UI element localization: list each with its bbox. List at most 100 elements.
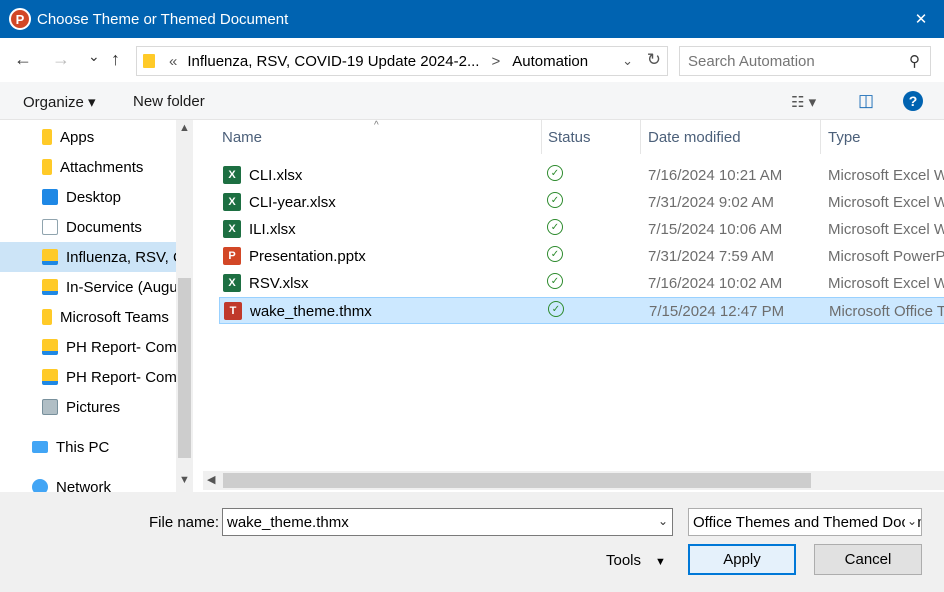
file-name: CLI-year.xlsx: [249, 194, 336, 211]
sidebar-item-apps[interactable]: Apps: [0, 122, 176, 152]
file-date: 7/16/2024 10:02 AM: [648, 275, 783, 292]
organize-menu[interactable]: Organize ▾: [23, 93, 96, 111]
column-divider[interactable]: [541, 120, 542, 154]
powerpoint-app-icon: P: [9, 8, 31, 30]
sidebar-item-documents[interactable]: Documents: [0, 212, 176, 242]
folder-icon: [42, 159, 52, 175]
tools-menu[interactable]: Tools ▼: [606, 552, 666, 569]
file-row[interactable]: P Presentation.pptx ✓ 7/31/2024 7:59 AM …: [219, 243, 944, 270]
this-pc-icon: [32, 441, 48, 453]
sidebar-item-label: Attachments: [60, 158, 144, 176]
file-name: ILI.xlsx: [249, 221, 296, 238]
sync-status-icon: ✓: [548, 301, 564, 317]
sync-status-icon: ✓: [547, 165, 563, 181]
file-date: 7/16/2024 10:21 AM: [648, 167, 783, 184]
file-date: 7/15/2024 12:47 PM: [649, 303, 785, 320]
chevron-down-icon[interactable]: ⌄: [658, 514, 668, 528]
folder-icon: [42, 129, 52, 145]
column-header-type[interactable]: Type: [828, 120, 861, 154]
sidebar-item-label: PH Report- Com: [66, 338, 176, 356]
view-options-icon[interactable]: ☷ ▾: [791, 93, 816, 111]
address-dropdown-icon[interactable]: ⌄: [622, 53, 633, 69]
file-type: Microsoft PowerP: [828, 248, 944, 265]
scrollbar-thumb[interactable]: [178, 278, 191, 458]
sidebar-item-ph-report-2[interactable]: PH Report- Com: [0, 362, 176, 392]
apply-button[interactable]: Apply: [688, 544, 796, 575]
scroll-up-icon[interactable]: ▲: [179, 122, 190, 134]
sidebar-item-influenza[interactable]: Influenza, RSV, C: [0, 242, 176, 272]
column-divider[interactable]: [640, 120, 641, 154]
desktop-icon: [42, 189, 58, 205]
file-type: Microsoft Office T: [829, 303, 944, 320]
breadcrumb-parent[interactable]: Influenza, RSV, COVID-19 Update 2024-2..…: [187, 53, 479, 70]
file-name-label: File name:: [149, 514, 220, 531]
file-type-filter[interactable]: Office Themes and Themed Documents ⌄: [688, 508, 922, 536]
sidebar-item-label: Documents: [66, 218, 142, 236]
file-name-combobox[interactable]: ⌄: [222, 508, 673, 536]
sidebar-item-network[interactable]: Network: [0, 472, 176, 492]
address-bar[interactable]: « Influenza, RSV, COVID-19 Update 2024-2…: [136, 46, 668, 76]
file-row[interactable]: X CLI.xlsx ✓ 7/16/2024 10:21 AM Microsof…: [219, 162, 944, 189]
search-box[interactable]: ⚲: [679, 46, 931, 76]
excel-file-icon: X: [223, 193, 241, 211]
scroll-down-icon[interactable]: ▼: [179, 474, 190, 486]
folder-icon: [42, 309, 52, 325]
documents-icon: [42, 219, 58, 235]
excel-file-icon: X: [223, 166, 241, 184]
sidebar-item-ph-report-1[interactable]: PH Report- Com: [0, 332, 176, 362]
powerpoint-file-icon: P: [223, 247, 241, 265]
cancel-button[interactable]: Cancel: [814, 544, 922, 575]
help-icon[interactable]: ?: [903, 91, 923, 111]
search-input[interactable]: [688, 52, 898, 70]
command-bar: Organize ▾ New folder ☷ ▾ ◫ ?: [0, 82, 944, 120]
breadcrumb-current[interactable]: Automation: [512, 53, 588, 70]
file-name: CLI.xlsx: [249, 167, 303, 184]
chevron-down-icon[interactable]: ⌄: [904, 514, 917, 528]
file-list-horizontal-scrollbar[interactable]: ◀: [203, 471, 944, 490]
sidebar-item-this-pc[interactable]: This PC: [0, 432, 176, 462]
back-arrow-icon: ←: [14, 49, 32, 69]
file-date: 7/15/2024 10:06 AM: [648, 221, 783, 238]
scroll-left-icon[interactable]: ◀: [207, 473, 215, 486]
file-type-filter-value: Office Themes and Themed Documents: [693, 513, 921, 531]
breadcrumb-overflow[interactable]: «: [169, 53, 177, 70]
refresh-icon[interactable]: ↻: [647, 50, 661, 70]
excel-file-icon: X: [223, 220, 241, 238]
file-row[interactable]: X ILI.xlsx ✓ 7/15/2024 10:06 AM Microsof…: [219, 216, 944, 243]
file-row-selected[interactable]: T wake_theme.thmx ✓ 7/15/2024 12:47 PM M…: [219, 297, 944, 324]
sidebar-item-in-service[interactable]: In-Service (Augu: [0, 272, 176, 302]
forward-button[interactable]: →: [52, 49, 70, 70]
navigation-pane-scrollbar[interactable]: ▲ ▼: [176, 120, 193, 492]
file-row[interactable]: X RSV.xlsx ✓ 7/16/2024 10:02 AM Microsof…: [219, 270, 944, 297]
sidebar-item-label: Apps: [60, 128, 95, 146]
sync-status-icon: ✓: [547, 246, 563, 262]
sidebar-item-microsoft-teams[interactable]: Microsoft Teams: [0, 302, 176, 332]
column-divider[interactable]: [820, 120, 821, 154]
search-icon[interactable]: ⚲: [909, 52, 920, 70]
sidebar-item-pictures[interactable]: Pictures: [0, 392, 176, 422]
back-button[interactable]: ←: [14, 49, 32, 70]
sidebar-item-desktop[interactable]: Desktop: [0, 182, 176, 212]
close-button[interactable]: ✕: [898, 0, 944, 38]
file-row[interactable]: X CLI-year.xlsx ✓ 7/31/2024 9:02 AM Micr…: [219, 189, 944, 216]
network-icon: [32, 479, 48, 492]
navigation-pane: Apps Attachments Desktop Documents Influ…: [0, 120, 176, 492]
title-bar: P Choose Theme or Themed Document ✕: [0, 0, 944, 38]
column-header-name[interactable]: Name: [222, 120, 262, 154]
sidebar-item-label: Influenza, RSV, C: [66, 248, 176, 266]
preview-pane-icon[interactable]: ◫: [858, 91, 874, 111]
column-header-date[interactable]: Date modified: [648, 120, 741, 154]
breadcrumb-separator[interactable]: >: [491, 53, 500, 70]
caret-down-icon: ▼: [655, 556, 666, 568]
sync-status-icon: ✓: [547, 219, 563, 235]
recent-locations-button[interactable]: ⌄: [88, 48, 100, 65]
theme-file-icon: T: [224, 302, 242, 320]
up-button[interactable]: ↑: [111, 49, 120, 70]
new-folder-button[interactable]: New folder: [133, 93, 205, 110]
scrollbar-thumb[interactable]: [223, 473, 811, 488]
file-name-input[interactable]: [227, 513, 647, 531]
file-type: Microsoft Excel W: [828, 221, 944, 238]
file-list: ^ Name Status Date modified Type X CLI.x…: [193, 120, 944, 492]
column-header-status[interactable]: Status: [548, 120, 591, 154]
sidebar-item-attachments[interactable]: Attachments: [0, 152, 176, 182]
